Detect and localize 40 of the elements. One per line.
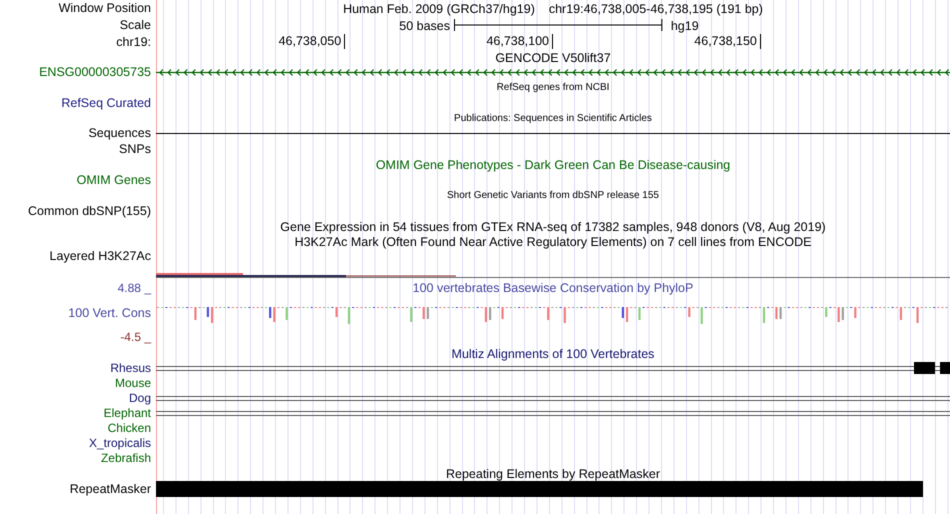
species-label: Dog bbox=[128, 391, 152, 406]
alignment-block bbox=[940, 362, 950, 374]
gene-strand-drawing[interactable] bbox=[156, 68, 950, 77]
track-title: GENCODE V50lift37 bbox=[495, 50, 611, 64]
ruler-tick-label: 46,738,050 bbox=[278, 34, 346, 49]
track-title: Repeating Elements by RepeatMasker bbox=[446, 466, 660, 480]
ruler-tick-label: 46,738,100 bbox=[486, 34, 553, 49]
axis-max-label: 4.88 _ bbox=[118, 281, 151, 296]
species-label: Zebrafish bbox=[100, 451, 152, 466]
species-label: Elephant bbox=[102, 406, 152, 421]
track-title: Multiz Alignments of 100 Vertebrates bbox=[452, 346, 654, 360]
track-label: Scale bbox=[118, 18, 152, 33]
track-label: Window Position bbox=[58, 1, 152, 16]
track-label: chr19: bbox=[115, 34, 152, 50]
species-label: Chicken bbox=[106, 421, 152, 436]
track-label: RefSeq Curated bbox=[60, 96, 152, 110]
species-label: Mouse bbox=[114, 376, 152, 391]
gene-label[interactable]: ENSG00000305735 bbox=[0, 65, 155, 80]
scale-length: 50 bases bbox=[399, 19, 450, 33]
track-title: Gene Expression in 54 tissues from GTEx RNA-seq of 17382 samples, 948 donors (V8, Aug 2019) bbox=[280, 220, 826, 234]
track-label: OMIM Genes bbox=[76, 172, 152, 188]
track-title: 100 vertebrates Basewise Conservation by PhyloP bbox=[412, 281, 694, 295]
axis-min-label: -4.5 _ bbox=[120, 330, 151, 345]
species-label: X_tropicalis bbox=[88, 436, 152, 451]
track-title: Short Genetic Variants from dbSNP release 155 bbox=[447, 190, 659, 201]
track-title: H3K27Ac Mark (Often Found Near Active Regulatory Elements) on 7 cell lines from ENCODE bbox=[294, 234, 812, 248]
species-label: Rhesus bbox=[109, 361, 152, 376]
track-label: SNPs bbox=[118, 142, 152, 156]
track-title: Publications: Sequences in Scientific Articles bbox=[454, 113, 652, 124]
track-label: Layered H3K27Ac bbox=[48, 249, 152, 264]
track-label: RepeatMasker bbox=[68, 482, 152, 496]
track-label: Common dbSNP(155) bbox=[27, 204, 152, 218]
assembly-name: hg19 bbox=[670, 19, 699, 33]
track-label: 100 Vert. Cons bbox=[68, 306, 151, 320]
ruler-tick-label: 46,738,150 bbox=[694, 34, 761, 49]
position-text: chr19:46,738,005-46,738,195 (191 bp) bbox=[548, 2, 763, 16]
track-label: Sequences bbox=[87, 126, 152, 141]
track-title: RefSeq genes from NCBI bbox=[496, 82, 610, 93]
track-title: OMIM Gene Phenotypes - Dark Green Can Be Disease-causing bbox=[376, 158, 730, 172]
assembly-title: Human Feb. 2009 (GRCh37/hg19) bbox=[343, 2, 535, 16]
